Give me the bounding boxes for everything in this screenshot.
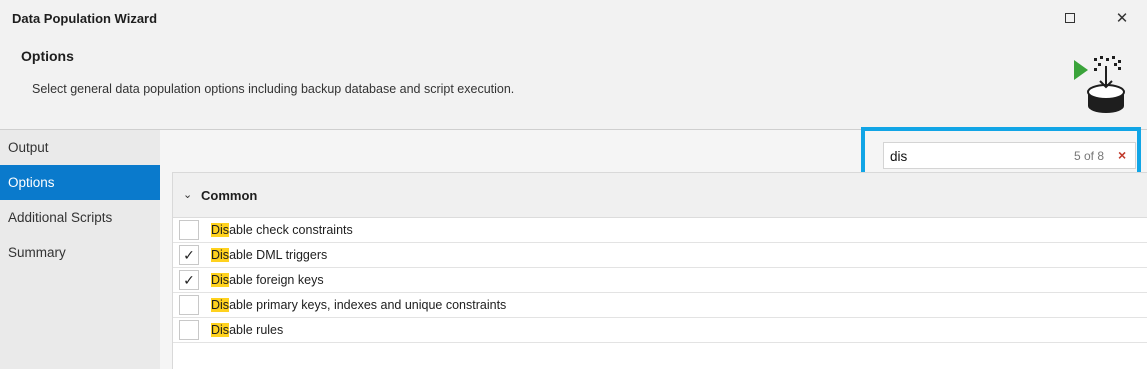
search-match-highlight: Dis [211,248,230,262]
search-match-highlight: Dis [211,298,230,312]
close-button[interactable]: ✕ [1102,4,1142,32]
option-label-text: able rules [229,323,284,337]
option-row[interactable]: Disable primary keys, indexes and unique… [173,293,1147,318]
option-label: Disable DML triggers [211,248,327,262]
search-match-highlight: Dis [211,323,230,337]
sidebar-item-label: Additional Scripts [8,210,113,225]
checkmark-icon: ✓ [183,271,195,288]
sidebar-item-label: Summary [8,245,66,260]
group-title: Common [201,188,258,203]
page-header: Options Select general data population o… [0,36,1147,129]
sidebar-item-label: Options [8,175,55,190]
data-population-icon [1074,56,1125,113]
option-checkbox[interactable] [179,220,199,240]
clear-search-icon[interactable]: × [1118,147,1126,163]
option-label-text: able DML triggers [229,248,328,262]
sidebar-item-options[interactable]: Options [0,165,160,200]
maximize-button[interactable] [1050,4,1090,32]
sidebar-item-summary[interactable]: Summary [0,235,160,270]
option-label: Disable rules [211,323,283,337]
sidebar-item-label: Output [8,140,49,155]
option-row[interactable]: ✓ Disable foreign keys [173,268,1147,293]
option-checkbox[interactable] [179,320,199,340]
option-label-text: able foreign keys [229,273,324,287]
wizard-steps-sidebar: Output Options Additional Scripts Summar… [0,130,160,369]
checkmark-icon: ✓ [183,246,195,263]
option-checkbox[interactable]: ✓ [179,270,199,290]
sidebar-item-output[interactable]: Output [0,130,160,165]
close-icon: ✕ [1115,10,1129,27]
title-bar: Data Population Wizard ✕ [0,0,1147,36]
option-label: Disable check constraints [211,223,353,237]
page-title: Options [21,48,74,64]
options-group-common: ⌄ Common Disable check constraints ✓ Dis… [172,172,1147,369]
search-match-highlight: Dis [211,223,230,237]
window-title: Data Population Wizard [12,11,158,26]
option-label: Disable primary keys, indexes and unique… [211,298,506,312]
maximize-icon [1065,13,1075,23]
search-input[interactable] [890,146,1050,166]
chevron-down-icon[interactable]: ⌄ [183,188,192,201]
option-label-text: able check constraints [229,223,353,237]
search-match-count: 5 of 8 [1074,149,1105,163]
option-label-text: able primary keys, indexes and unique co… [229,298,507,312]
search-box[interactable]: 5 of 8 × [883,142,1136,169]
option-checkbox[interactable] [179,295,199,315]
page-description: Select general data population options i… [32,82,515,96]
option-checkbox[interactable]: ✓ [179,245,199,265]
option-row[interactable]: Disable rules [173,318,1147,343]
option-label: Disable foreign keys [211,273,324,287]
option-row[interactable]: Disable check constraints [173,218,1147,243]
search-match-highlight: Dis [211,273,230,287]
option-row[interactable]: ✓ Disable DML triggers [173,243,1147,268]
sidebar-item-additional-scripts[interactable]: Additional Scripts [0,200,160,235]
group-header[interactable]: ⌄ Common [173,173,1147,218]
